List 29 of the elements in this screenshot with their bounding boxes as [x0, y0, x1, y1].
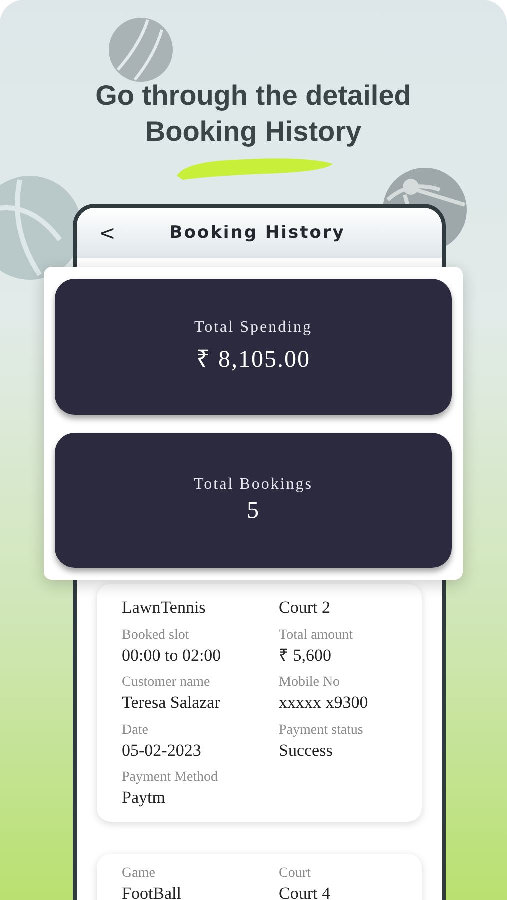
field-value: Paytm [122, 788, 166, 808]
field-label: Total amount [279, 628, 354, 644]
field-value: LawnTennis [122, 598, 207, 618]
summary-label: Total Spending [194, 319, 313, 338]
summary-value: ₹ 8,105.00 [196, 346, 310, 374]
field-label: Payment Method [122, 770, 220, 786]
field-label: Booked slot [122, 628, 190, 644]
summary-label: Total Bookings [194, 476, 313, 494]
back-button[interactable]: < [95, 221, 120, 245]
field-value: Teresa Salazar [122, 693, 222, 713]
field-value: 05-02-2023 [122, 740, 202, 760]
screen-title: Booking History [170, 223, 346, 243]
field-value: FootBall [122, 884, 183, 900]
summary-value: 5 [247, 498, 260, 525]
field-label: Date [122, 722, 150, 739]
field-value: Court 4 [279, 884, 332, 900]
headline: Booking History [144, 115, 363, 149]
field-value: Court 2 [279, 598, 332, 618]
field-label: Mobile No [279, 675, 342, 692]
field-value: ₹ 5,600 [279, 646, 332, 666]
field-value: Success [279, 740, 334, 760]
field-label: Game [122, 866, 156, 882]
headline: Go through the detailed [96, 79, 412, 113]
field-label: Customer name [122, 675, 212, 692]
field-label: Court [279, 866, 312, 882]
baseball-drawing [109, 18, 173, 82]
field-label: Payment status [279, 722, 364, 739]
field-value: xxxxx x9300 [279, 693, 370, 713]
field-value: 00:00 to 02:00 [122, 646, 222, 666]
